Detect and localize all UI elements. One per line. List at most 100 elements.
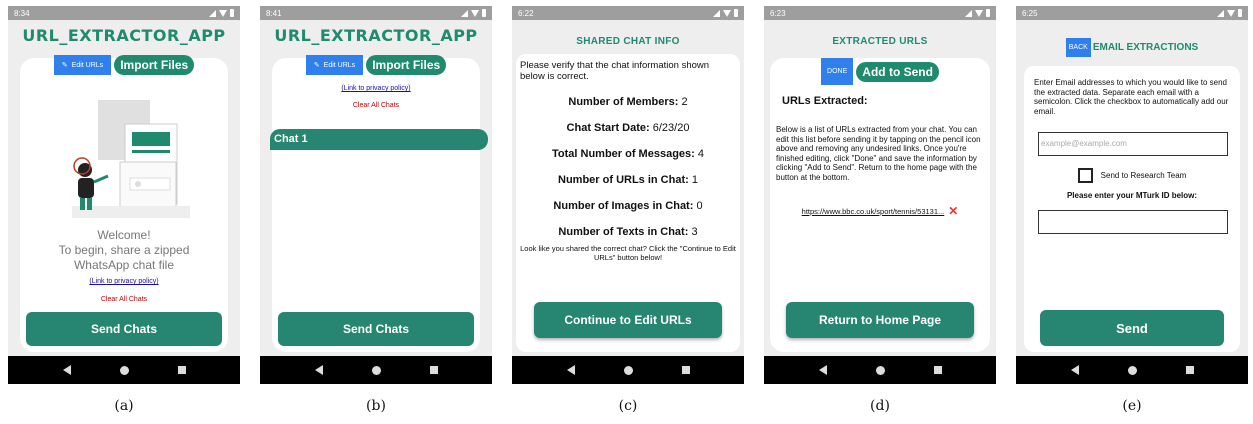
done-button[interactable]: DONE [821, 58, 854, 85]
status-icons [965, 9, 990, 17]
welcome-text: Welcome! To begin, share a zipped WhatsA… [20, 228, 228, 273]
send-chats-button[interactable]: Send Chats [278, 312, 474, 346]
battery-icon [230, 9, 234, 17]
phone-screen-a: 8:34 URL_EXTRACTOR_APP ✎ Edit URLs Impor… [8, 6, 240, 384]
android-nav-bar [260, 356, 492, 384]
images-label: Number of Images in Chat: [553, 200, 694, 212]
recent-apps-icon[interactable] [429, 366, 438, 374]
recent-apps-icon[interactable] [1185, 366, 1194, 374]
status-bar: 8:41 [260, 6, 492, 20]
confirmation-note: Look like you shared the correct chat? C… [520, 244, 736, 262]
chat-list-item[interactable]: Chat 1 [270, 129, 488, 150]
email-input[interactable]: example@example.com [1038, 132, 1228, 156]
home-icon[interactable] [119, 365, 129, 375]
recent-apps-icon[interactable] [177, 366, 186, 374]
tab-edit-label: Edit URLs [71, 61, 104, 69]
phone-screen-d: 6:23 EXTRACTED URLS DONE Add to Send URL… [764, 6, 996, 384]
wifi-icon [723, 9, 731, 17]
signal-icon [1217, 9, 1224, 17]
battery-icon [482, 9, 486, 17]
remove-url-icon[interactable]: ✕ [948, 204, 958, 218]
home-icon[interactable] [371, 365, 381, 375]
recent-apps-icon[interactable] [933, 366, 942, 374]
images-value: 0 [696, 200, 703, 212]
research-team-row: Send to Research Team [1024, 168, 1240, 183]
home-icon[interactable] [623, 365, 633, 375]
tab-edit-urls[interactable]: ✎ Edit URLs [53, 55, 112, 75]
screen-title: EXTRACTED URLS [832, 36, 928, 47]
send-button[interactable]: Send [1040, 310, 1224, 346]
urls-value: 1 [691, 174, 698, 186]
members-value: 2 [681, 96, 688, 108]
send-to-research-team-checkbox[interactable] [1077, 168, 1093, 183]
start-date-label: Chat Start Date: [566, 122, 650, 134]
recent-apps-icon[interactable] [681, 366, 690, 374]
clear-all-chats-button[interactable]: Clear All Chats [272, 102, 480, 109]
messages-label: Total Number of Messages: [551, 148, 695, 160]
start-date-value: 6/23/20 [652, 122, 690, 134]
add-to-send-button[interactable]: Add to Send [856, 61, 939, 82]
back-button[interactable]: BACK [1065, 38, 1091, 57]
mturk-id-input[interactable] [1038, 210, 1228, 234]
status-icons [713, 9, 738, 17]
status-time: 6:22 [518, 8, 534, 18]
url-row: https://www.bbc.co.uk/sport/tennis/53131… [770, 204, 990, 218]
caption-b: (b) [366, 398, 386, 414]
back-icon[interactable] [1070, 365, 1079, 375]
status-icons [1217, 9, 1242, 17]
header-row: BACK EMAIL EXTRACTIONS [1016, 38, 1248, 57]
phone-screen-c: 6:22 SHARED CHAT INFO Please verify that… [512, 6, 744, 384]
signal-icon [713, 9, 720, 17]
members-label: Number of Members: [568, 96, 679, 108]
intro-text: Please verify that the chat information … [520, 60, 710, 82]
back-icon[interactable] [818, 365, 827, 375]
home-icon[interactable] [875, 365, 885, 375]
start-date-stat: Chat Start Date: 6/23/20 [516, 122, 740, 134]
status-time: 8:34 [14, 8, 30, 18]
battery-icon [986, 9, 990, 17]
back-icon[interactable] [314, 365, 323, 375]
home-icon[interactable] [1127, 365, 1137, 375]
battery-icon [1238, 9, 1242, 17]
wifi-icon [975, 9, 983, 17]
welcome-line-2: To begin, share a zipped [58, 243, 190, 257]
return-to-home-page-button[interactable]: Return to Home Page [786, 302, 974, 338]
texts-value: 3 [691, 226, 698, 238]
phone-screen-e: 6:25 BACK EMAIL EXTRACTIONS Enter Email … [1016, 6, 1248, 384]
tab-import-files[interactable]: Import Files [114, 55, 195, 75]
extracted-url-link[interactable]: https://www.bbc.co.uk/sport/tennis/53131… [802, 207, 945, 216]
checkbox-label: Send to Research Team [1100, 171, 1187, 180]
mturk-label: Please enter your MTurk ID below: [1066, 191, 1198, 200]
wifi-icon [1227, 9, 1235, 17]
texts-stat: Number of Texts in Chat: 3 [516, 226, 740, 238]
email-instructions: Enter Email addresses to which you would… [1034, 78, 1229, 116]
tab-row: ✎ Edit URLs Import Files [272, 55, 480, 75]
status-bar: 6:23 [764, 6, 996, 20]
back-icon[interactable] [566, 365, 575, 375]
welcome-line-1: Welcome! [97, 228, 151, 242]
phone-screen-b: 8:41 URL_EXTRACTOR_APP ✎ Edit URLs Impor… [260, 6, 492, 384]
signal-icon [965, 9, 972, 17]
messages-stat: Total Number of Messages: 4 [516, 148, 740, 160]
clear-all-chats-button[interactable]: Clear All Chats [20, 296, 228, 303]
tab-edit-urls[interactable]: ✎ Edit URLs [305, 55, 364, 75]
privacy-policy-link[interactable]: (Link to privacy policy) [272, 85, 480, 92]
status-bar: 6:22 [512, 6, 744, 20]
status-bar: 8:34 [8, 6, 240, 20]
tab-edit-label: Edit URLs [323, 61, 356, 69]
instructions-text: Below is a list of URLs extracted from y… [776, 125, 981, 182]
battery-icon [734, 9, 738, 17]
status-time: 6:23 [770, 8, 786, 18]
android-nav-bar [512, 356, 744, 384]
tab-import-files[interactable]: Import Files [366, 55, 447, 75]
continue-to-edit-urls-button[interactable]: Continue to Edit URLs [534, 302, 722, 338]
privacy-policy-link[interactable]: (Link to privacy policy) [20, 278, 228, 285]
urls-label: Number of URLs in Chat: [558, 174, 689, 186]
welcome-line-3: WhatsApp chat file [73, 258, 175, 272]
send-chats-button[interactable]: Send Chats [26, 312, 222, 346]
back-icon[interactable] [62, 365, 71, 375]
messages-value: 4 [697, 148, 704, 160]
screen-title: EMAIL EXTRACTIONS [1092, 42, 1199, 53]
status-bar: 6:25 [1016, 6, 1248, 20]
signal-icon [461, 9, 468, 17]
